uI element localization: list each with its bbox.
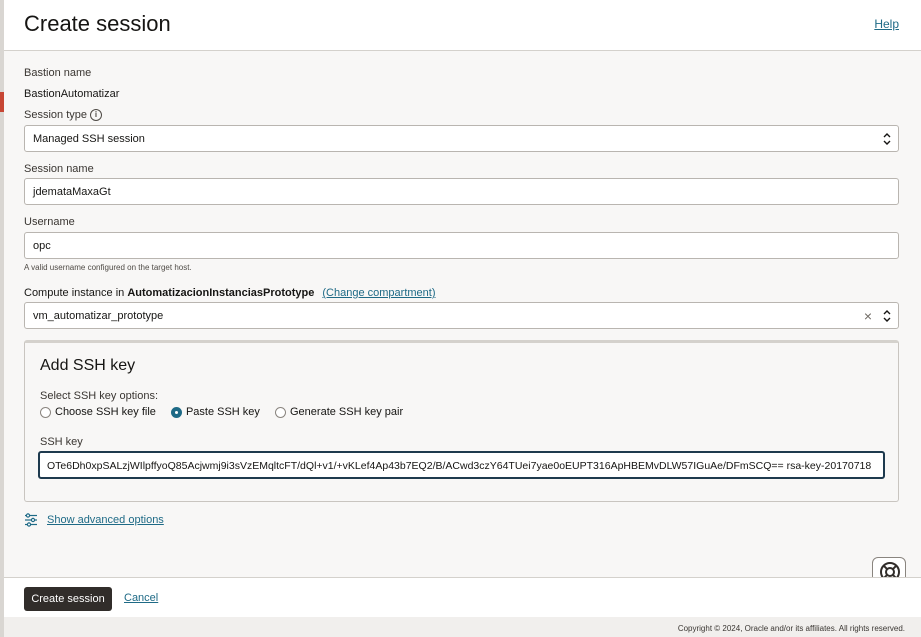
radio-checked-icon bbox=[170, 406, 182, 418]
session-type-value: Managed SSH session bbox=[33, 133, 145, 145]
copyright-text: Copyright © 2024, Oracle and/or its affi… bbox=[677, 624, 905, 633]
form-body: Bastion name BastionAutomatizar Session … bbox=[4, 51, 921, 604]
radio-paste-key[interactable]: Paste SSH key bbox=[170, 406, 260, 418]
compute-instance-value: vm_automatizar_prototype bbox=[33, 310, 164, 322]
panel-header: Create session Help bbox=[4, 0, 921, 51]
sliders-icon bbox=[25, 513, 37, 527]
page-title: Create session bbox=[24, 11, 171, 36]
bastion-name-value: BastionAutomatizar bbox=[24, 88, 120, 100]
username-label: Username bbox=[24, 216, 75, 228]
radio-label: Choose SSH key file bbox=[55, 406, 156, 418]
radio-unchecked-icon bbox=[40, 406, 51, 418]
ssh-options-label: Select SSH key options: bbox=[40, 390, 159, 402]
info-icon[interactable]: i bbox=[90, 109, 102, 121]
radio-choose-key-file[interactable]: Choose SSH key file bbox=[40, 406, 156, 418]
ssh-key-value: OTe6Dh0xpSALzjWIlpffyoQ85Acjwmj9i3sVzEMq… bbox=[47, 460, 872, 472]
session-type-label: Session type bbox=[24, 109, 87, 121]
show-advanced-options-link[interactable]: Show advanced options bbox=[24, 513, 164, 527]
radio-label: Paste SSH key bbox=[185, 406, 260, 418]
select-chevron-icon bbox=[883, 310, 891, 322]
bastion-name-label: Bastion name bbox=[24, 67, 92, 79]
ssh-options-radio-group: Choose SSH key file Paste SSH key Genera… bbox=[40, 406, 415, 421]
username-value: opc bbox=[33, 240, 51, 252]
create-session-button[interactable]: Create session bbox=[24, 587, 112, 611]
ssh-key-label: SSH key bbox=[40, 436, 83, 448]
session-type-label-row: Session type i bbox=[24, 109, 144, 123]
add-ssh-key-section: Add SSH key Select SSH key options: Choo… bbox=[24, 340, 899, 502]
panel-footer: Create session Cancel bbox=[4, 577, 921, 617]
ssh-key-input[interactable]: OTe6Dh0xpSALzjWIlpffyoQ85Acjwmj9i3sVzEMq… bbox=[38, 451, 885, 479]
compute-instance-label-row: Compute instance in AutomatizacionInstan… bbox=[24, 287, 436, 299]
radio-label: Generate SSH key pair bbox=[290, 406, 404, 418]
session-type-select[interactable]: Managed SSH session bbox=[24, 125, 899, 152]
username-hint: A valid username configured on the targe… bbox=[24, 263, 192, 272]
compute-instance-select[interactable]: vm_automatizar_prototype × bbox=[24, 302, 899, 329]
compartment-name: AutomatizacionInstanciasPrototype bbox=[127, 287, 315, 299]
radio-generate-key-pair[interactable]: Generate SSH key pair bbox=[275, 406, 403, 418]
username-input[interactable]: opc bbox=[24, 232, 899, 259]
session-name-value: jdemataMaxaGt bbox=[33, 186, 111, 198]
select-chevron-icon bbox=[883, 133, 891, 145]
compute-instance-label: Compute instance in bbox=[24, 287, 128, 299]
clear-icon[interactable]: × bbox=[864, 308, 872, 324]
ssh-section-heading: Add SSH key bbox=[40, 357, 136, 374]
change-compartment-link[interactable]: (Change compartment) bbox=[322, 287, 435, 299]
radio-unchecked-icon bbox=[275, 406, 286, 418]
session-name-label: Session name bbox=[24, 163, 94, 175]
create-session-panel: Create session Help Bastion name Bastion… bbox=[4, 0, 921, 617]
advanced-options-label: Show advanced options bbox=[47, 514, 164, 526]
session-name-input[interactable]: jdemataMaxaGt bbox=[24, 178, 899, 205]
cancel-link[interactable]: Cancel bbox=[124, 592, 158, 604]
help-link[interactable]: Help bbox=[874, 17, 899, 31]
